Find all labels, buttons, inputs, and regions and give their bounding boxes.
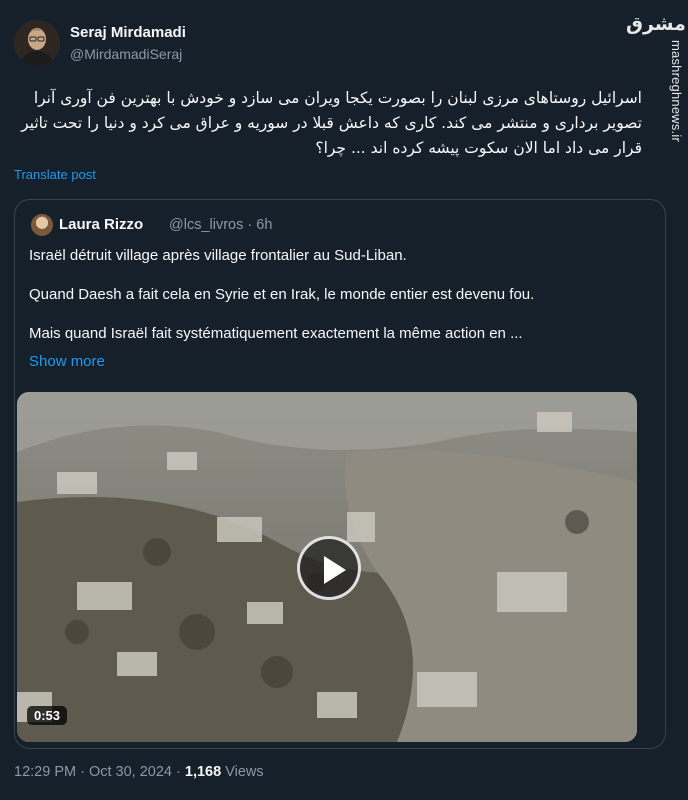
translate-post-link[interactable]: Translate post [14,167,96,182]
quoted-avatar[interactable] [31,214,53,236]
tweet: Seraj Mirdamadi @MirdamadiSeraj مشرق mas… [0,0,688,800]
quoted-paragraph: Mais quand Israël fait systématiquement … [29,325,523,342]
video-player[interactable]: 0:53 [17,392,637,742]
quoted-author-name[interactable]: Laura Rizzo [59,216,143,233]
author-handle[interactable]: @MirdamadiSeraj [70,46,182,62]
post-date[interactable]: Oct 30, 2024 [89,764,172,780]
avatar[interactable] [14,20,60,66]
footer-separator: · [172,764,185,780]
views-count: 1,168 [184,764,222,780]
video-duration: 0:53 [27,706,68,725]
tweet-footer: 12:29 PM · Oct 30, 2024 · 1,168 Views [14,764,264,780]
quoted-time[interactable]: 6h [256,217,272,233]
author-name[interactable]: Seraj Mirdamadi [70,24,186,41]
quoted-separator: · [247,217,253,233]
quoted-meta: @lcs_livros · 6h [169,217,272,233]
quoted-paragraph: Israël détruit village après village fro… [29,247,407,264]
post-time[interactable]: 12:29 PM [14,764,76,780]
footer-separator: · [76,764,89,780]
quoted-paragraph: Quand Daesh a fait cela en Syrie et en I… [29,286,535,303]
quoted-author-handle: @lcs_livros [169,217,244,233]
quoted-tweet[interactable]: Laura Rizzo @lcs_livros · 6h Israël détr… [14,199,666,749]
tweet-text: اسرائیل روستاهای مرزی لبنان را بصورت یکج… [21,89,642,157]
watermark-site: mashreghnews.ir [669,40,684,142]
play-icon[interactable] [297,536,361,600]
views-label: Views [221,764,264,780]
show-more-link[interactable]: Show more [29,353,105,370]
watermark-logo: مشرق [626,13,686,35]
quoted-text: Israël détruit village après village fro… [29,244,649,361]
